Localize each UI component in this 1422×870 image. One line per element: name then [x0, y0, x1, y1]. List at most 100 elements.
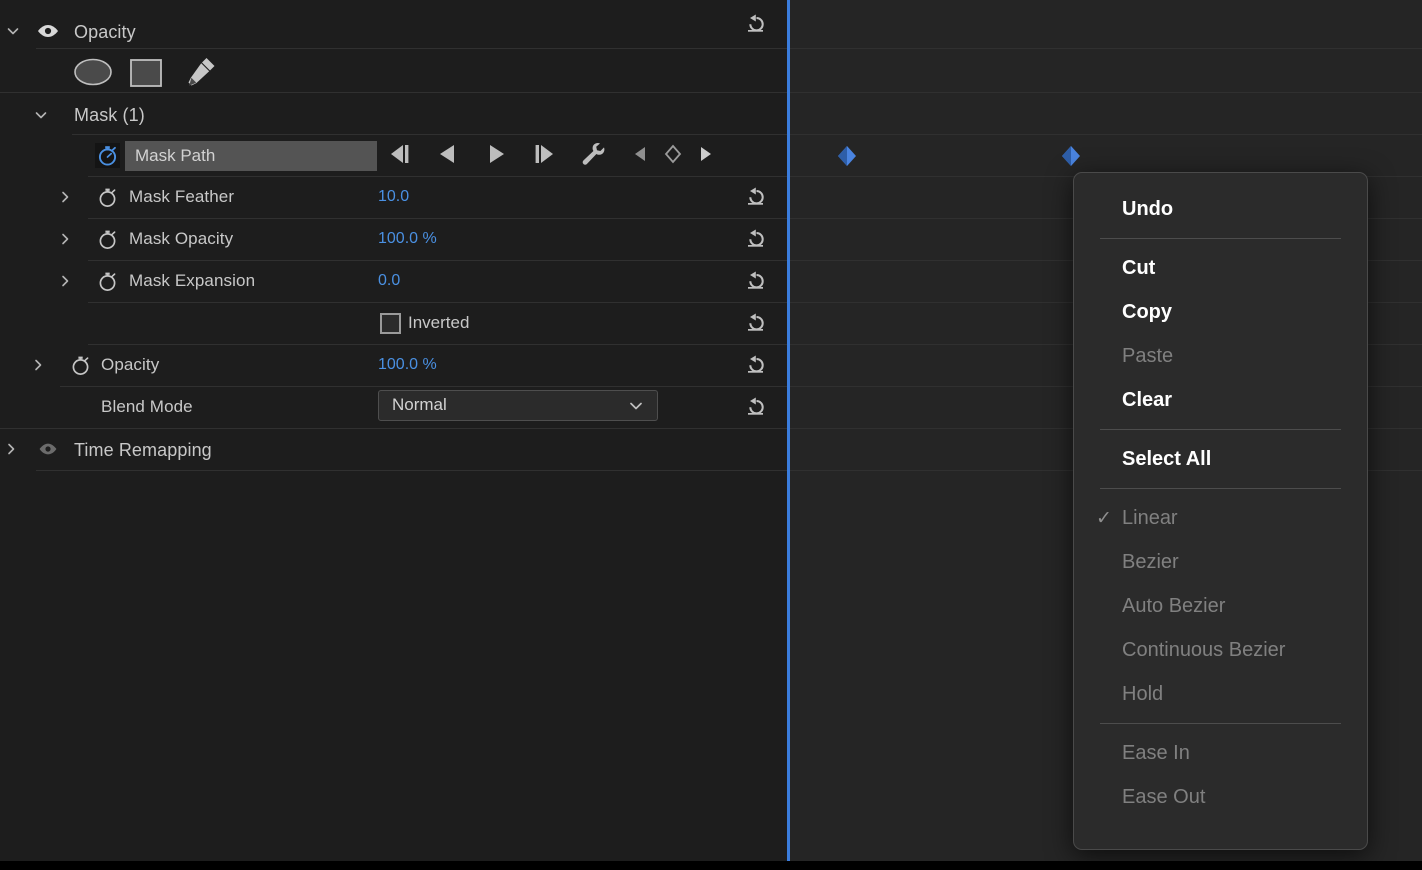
menu-divider — [1100, 429, 1341, 430]
row-separator — [88, 260, 787, 261]
mask-opacity-label: Mask Opacity — [129, 229, 234, 248]
menu-label-select-all: Select All — [1122, 447, 1212, 470]
menu-label-cut: Cut — [1122, 256, 1156, 279]
mask-group-label: Mask (1) — [74, 105, 145, 125]
menu-item-ease-out: Ease Out — [1074, 775, 1367, 819]
checkmark-icon: ✓ — [1096, 507, 1112, 529]
menu-label-ease-out: Ease Out — [1122, 785, 1206, 808]
row-separator — [0, 428, 787, 429]
menu-divider — [1100, 238, 1341, 239]
opacity-prop-chevron[interactable] — [31, 358, 45, 372]
mask-group-chevron[interactable] — [34, 108, 48, 122]
next-keyframe-button[interactable] — [695, 145, 721, 169]
mask-feather-label: Mask Feather — [129, 187, 235, 206]
stopwatch-icon[interactable] — [71, 355, 89, 375]
stopwatch-icon[interactable] — [98, 271, 116, 291]
row-separator — [88, 302, 787, 303]
next-frame-button[interactable] — [482, 142, 508, 166]
menu-item-linear: ✓ Linear — [1074, 496, 1367, 540]
menu-label-bezier: Bezier — [1122, 550, 1179, 573]
menu-divider — [1100, 488, 1341, 489]
inverted-label: Inverted — [408, 313, 470, 332]
menu-label-linear: Linear — [1122, 506, 1178, 529]
mask-path-label: Mask Path — [135, 146, 216, 165]
menu-label-undo: Undo — [1122, 197, 1174, 220]
chevron-down-icon — [628, 399, 644, 413]
mask-opacity-chevron[interactable] — [58, 232, 72, 246]
time-remapping-chevron[interactable] — [4, 442, 18, 456]
after-effects-timeline: Opacity Mask (1) Mask Path Mask Feather … — [0, 0, 1422, 870]
ellipse-icon[interactable] — [73, 58, 113, 86]
row-separator — [88, 176, 787, 177]
opacity-group-chevron[interactable] — [6, 24, 20, 38]
go-to-last-keyframe-button[interactable] — [529, 142, 555, 166]
opacity-group-label: Opacity — [74, 22, 136, 42]
add-remove-keyframe-button[interactable] — [662, 144, 688, 168]
reset-icon-blend-mode[interactable] — [744, 396, 768, 418]
blend-mode-value: Normal — [392, 395, 447, 414]
row-separator — [0, 92, 787, 93]
reset-icon-mask-expansion[interactable] — [744, 270, 768, 292]
reset-icon-mask-feather[interactable] — [744, 186, 768, 208]
properties-panel: Opacity Mask (1) Mask Path Mask Feather … — [0, 0, 787, 861]
mask-path-stopwatch-box[interactable] — [95, 143, 120, 168]
menu-item-copy[interactable]: Copy — [1074, 290, 1367, 334]
opacity-prop-label: Opacity — [101, 355, 160, 374]
opacity-prop-value[interactable]: 100.0 % — [378, 356, 437, 374]
menu-item-hold: Hold — [1074, 672, 1367, 716]
menu-item-cut[interactable]: Cut — [1074, 246, 1367, 290]
mask-opacity-value[interactable]: 100.0 % — [378, 230, 437, 248]
mask-expansion-chevron[interactable] — [58, 274, 72, 288]
eye-icon[interactable] — [36, 23, 58, 39]
mask-feather-chevron[interactable] — [58, 190, 72, 204]
blend-mode-label: Blend Mode — [101, 397, 193, 416]
mask-shape-tools — [0, 49, 787, 93]
row-separator — [60, 386, 787, 387]
menu-label-paste: Paste — [1122, 344, 1174, 367]
rectangle-icon[interactable] — [130, 59, 162, 87]
menu-top-padding — [1074, 173, 1367, 187]
playhead[interactable] — [787, 0, 790, 861]
reset-icon-opacity-group[interactable] — [744, 13, 768, 35]
row-separator — [72, 134, 787, 135]
menu-label-auto-bezier: Auto Bezier — [1122, 594, 1226, 617]
context-menu[interactable]: Undo Cut Copy Paste Clear Select All ✓ L… — [1073, 172, 1368, 850]
menu-item-auto-bezier: Auto Bezier — [1074, 584, 1367, 628]
row-separator — [36, 470, 787, 471]
previous-keyframe-button[interactable] — [631, 145, 657, 169]
keyframe-1[interactable] — [836, 145, 856, 166]
menu-label-clear: Clear — [1122, 388, 1173, 411]
menu-label-copy: Copy — [1122, 300, 1172, 323]
reset-icon-inverted[interactable] — [744, 312, 768, 334]
menu-label-ease-in: Ease In — [1122, 741, 1190, 764]
track-separator — [790, 48, 1422, 49]
mask-expansion-value[interactable]: 0.0 — [378, 272, 400, 290]
menu-label-hold: Hold — [1122, 682, 1164, 705]
reset-icon-opacity-prop[interactable] — [744, 354, 768, 376]
menu-item-select-all[interactable]: Select All — [1074, 437, 1367, 481]
menu-item-undo[interactable]: Undo — [1074, 187, 1367, 231]
reset-icon-mask-opacity[interactable] — [744, 228, 768, 250]
eye-dim-icon[interactable] — [36, 441, 58, 457]
go-to-first-keyframe-button[interactable] — [387, 142, 413, 166]
keyframe-2[interactable] — [1060, 145, 1080, 166]
menu-item-clear[interactable]: Clear — [1074, 378, 1367, 422]
track-separator — [790, 92, 1422, 93]
menu-item-bezier: Bezier — [1074, 540, 1367, 584]
stopwatch-active-icon — [95, 143, 120, 168]
mask-feather-value[interactable]: 10.0 — [378, 188, 409, 206]
menu-item-paste: Paste — [1074, 334, 1367, 378]
inverted-checkbox[interactable] — [380, 313, 401, 334]
wrench-icon[interactable] — [578, 141, 605, 165]
previous-frame-button[interactable] — [434, 142, 460, 166]
menu-item-continuous-bezier: Continuous Bezier — [1074, 628, 1367, 672]
menu-divider — [1100, 723, 1341, 724]
stopwatch-icon[interactable] — [98, 187, 116, 207]
track-separator — [790, 134, 1422, 135]
time-remapping-label: Time Remapping — [74, 440, 212, 460]
row-separator — [88, 218, 787, 219]
menu-label-continuous-bezier: Continuous Bezier — [1122, 638, 1286, 661]
stopwatch-icon[interactable] — [98, 229, 116, 249]
pen-icon[interactable] — [183, 56, 217, 88]
mask-expansion-label: Mask Expansion — [129, 271, 256, 290]
